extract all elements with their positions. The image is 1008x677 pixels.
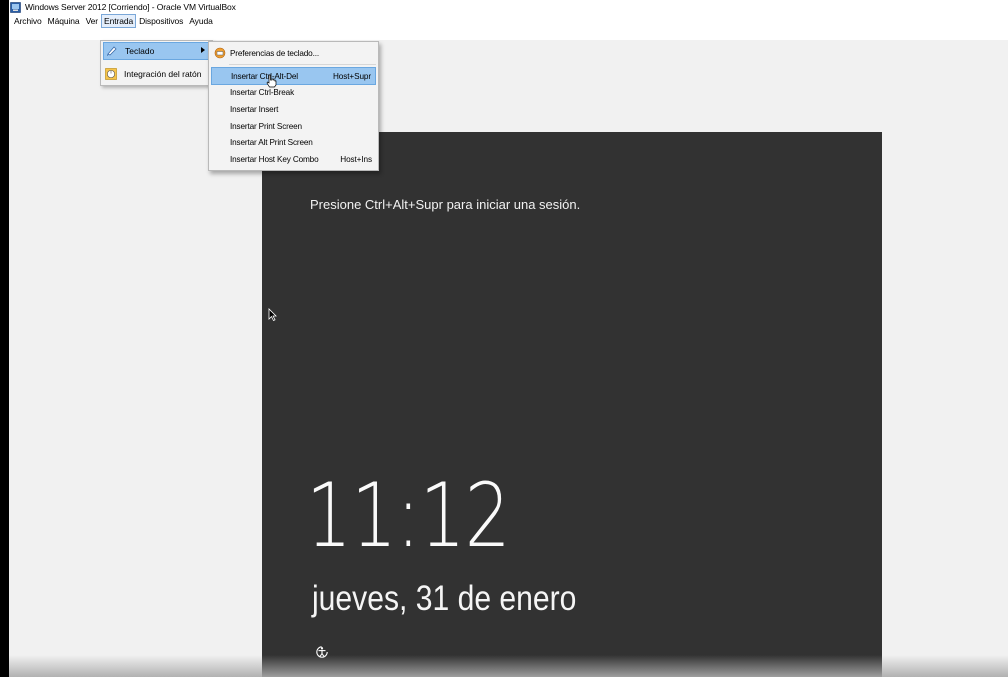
menu-item-shortcut: Host+Ins — [340, 154, 372, 164]
menu-entrada[interactable]: Entrada — [101, 14, 137, 28]
lock-message: Presione Ctrl+Alt+Supr para iniciar una … — [310, 197, 581, 212]
keyboard-icon — [106, 45, 118, 57]
menu-item-preferencias-teclado[interactable]: Preferencias de teclado... — [211, 45, 376, 61]
menu-separator — [229, 64, 376, 65]
entrada-menu: Teclado Integración del ratón — [100, 40, 213, 86]
menu-item-label: Insertar Ctrl-Alt-Del — [231, 71, 298, 81]
menu-ver[interactable]: Ver — [83, 14, 101, 27]
teclado-submenu: Preferencias de teclado... Insertar Ctrl… — [208, 41, 379, 171]
menu-archivo[interactable]: Archivo — [11, 14, 45, 27]
menu-item-insertar-print-screen[interactable]: Insertar Print Screen — [211, 118, 376, 134]
virtualbox-icon — [10, 1, 21, 13]
menu-item-integracion-raton[interactable]: Integración del ratón — [103, 66, 210, 82]
window-frame-left — [0, 0, 9, 677]
menu-dispositivos[interactable]: Dispositivos — [136, 14, 186, 27]
menu-item-teclado[interactable]: Teclado — [103, 42, 210, 60]
arrow-cursor-icon — [268, 308, 277, 323]
window-title: Windows Server 2012 [Corriendo] - Oracle… — [25, 2, 236, 12]
menu-item-insertar-ctrl-alt-del[interactable]: Insertar Ctrl-Alt-Del Host+Supr — [211, 67, 376, 85]
menu-item-label: Integración del ratón — [124, 69, 202, 79]
hand-cursor-icon — [266, 74, 277, 90]
menu-item-label: Insertar Host Key Combo — [230, 154, 319, 164]
menu-item-insertar-insert[interactable]: Insertar Insert — [211, 101, 376, 117]
menu-item-insertar-ctrl-break[interactable]: Insertar Ctrl-Break — [211, 84, 376, 100]
menu-item-insertar-alt-print-screen[interactable]: Insertar Alt Print Screen — [211, 134, 376, 150]
lock-time: 11:12 — [306, 464, 511, 567]
bottom-shade — [9, 655, 1008, 677]
menu-item-shortcut: Host+Supr — [332, 71, 371, 81]
menu-item-label: Insertar Print Screen — [230, 121, 302, 131]
menu-item-label: Insertar Insert — [230, 104, 279, 114]
lock-screen[interactable]: Presione Ctrl+Alt+Supr para iniciar una … — [262, 132, 882, 677]
submenu-arrow-icon — [201, 47, 205, 53]
keyboard-preferences-icon — [214, 47, 226, 59]
menu-ayuda[interactable]: Ayuda — [186, 14, 215, 27]
mouse-integration-icon — [105, 68, 117, 80]
menu-bar: Archivo Máquina Ver Entrada Dispositivos… — [9, 14, 1008, 40]
menu-item-insertar-host-key-combo[interactable]: Insertar Host Key Combo Host+Ins — [211, 151, 376, 167]
lock-date: jueves, 31 de enero — [312, 579, 577, 618]
menu-item-label: Insertar Ctrl-Break — [230, 87, 295, 97]
menu-maquina[interactable]: Máquina — [45, 14, 83, 27]
menu-item-label: Preferencias de teclado... — [230, 48, 319, 58]
title-bar: Windows Server 2012 [Corriendo] - Oracle… — [9, 0, 1008, 14]
menu-item-label: Teclado — [125, 46, 155, 56]
menu-item-label: Insertar Alt Print Screen — [230, 137, 313, 147]
